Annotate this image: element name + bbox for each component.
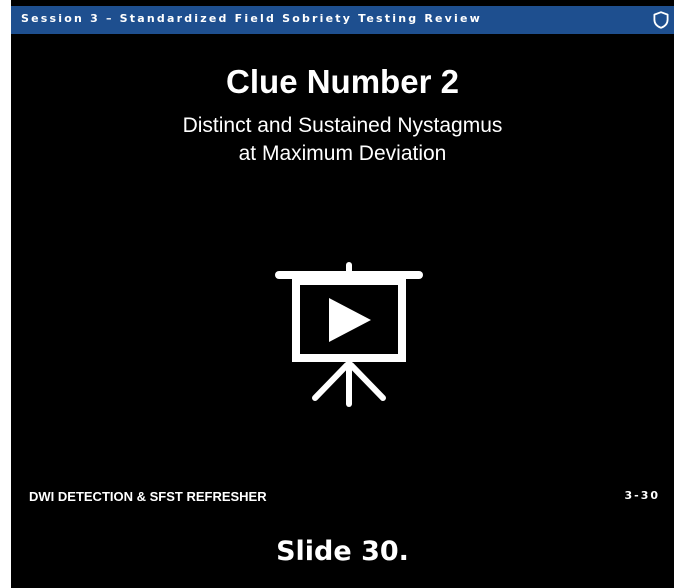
session-header-bar: Session 3 – Standardized Field Sobriety … (11, 6, 674, 34)
slide-caption: Slide 30. (276, 536, 409, 567)
slide-subtitle-line-2: at Maximum Deviation (238, 142, 447, 165)
slide: Session 3 – Standardized Field Sobriety … (11, 0, 674, 588)
slide-title: Clue Number 2 (226, 63, 459, 100)
course-footer-label: DWI DETECTION & SFST REFRESHER (29, 489, 267, 504)
session-title: Session 3 – Standardized Field Sobriety … (21, 12, 483, 25)
slide-number: 3-30 (624, 489, 660, 502)
video-presentation-icon[interactable] (275, 262, 423, 408)
shield-icon (653, 11, 669, 29)
slide-subtitle-line-1: Distinct and Sustained Nystagmus (182, 114, 503, 137)
